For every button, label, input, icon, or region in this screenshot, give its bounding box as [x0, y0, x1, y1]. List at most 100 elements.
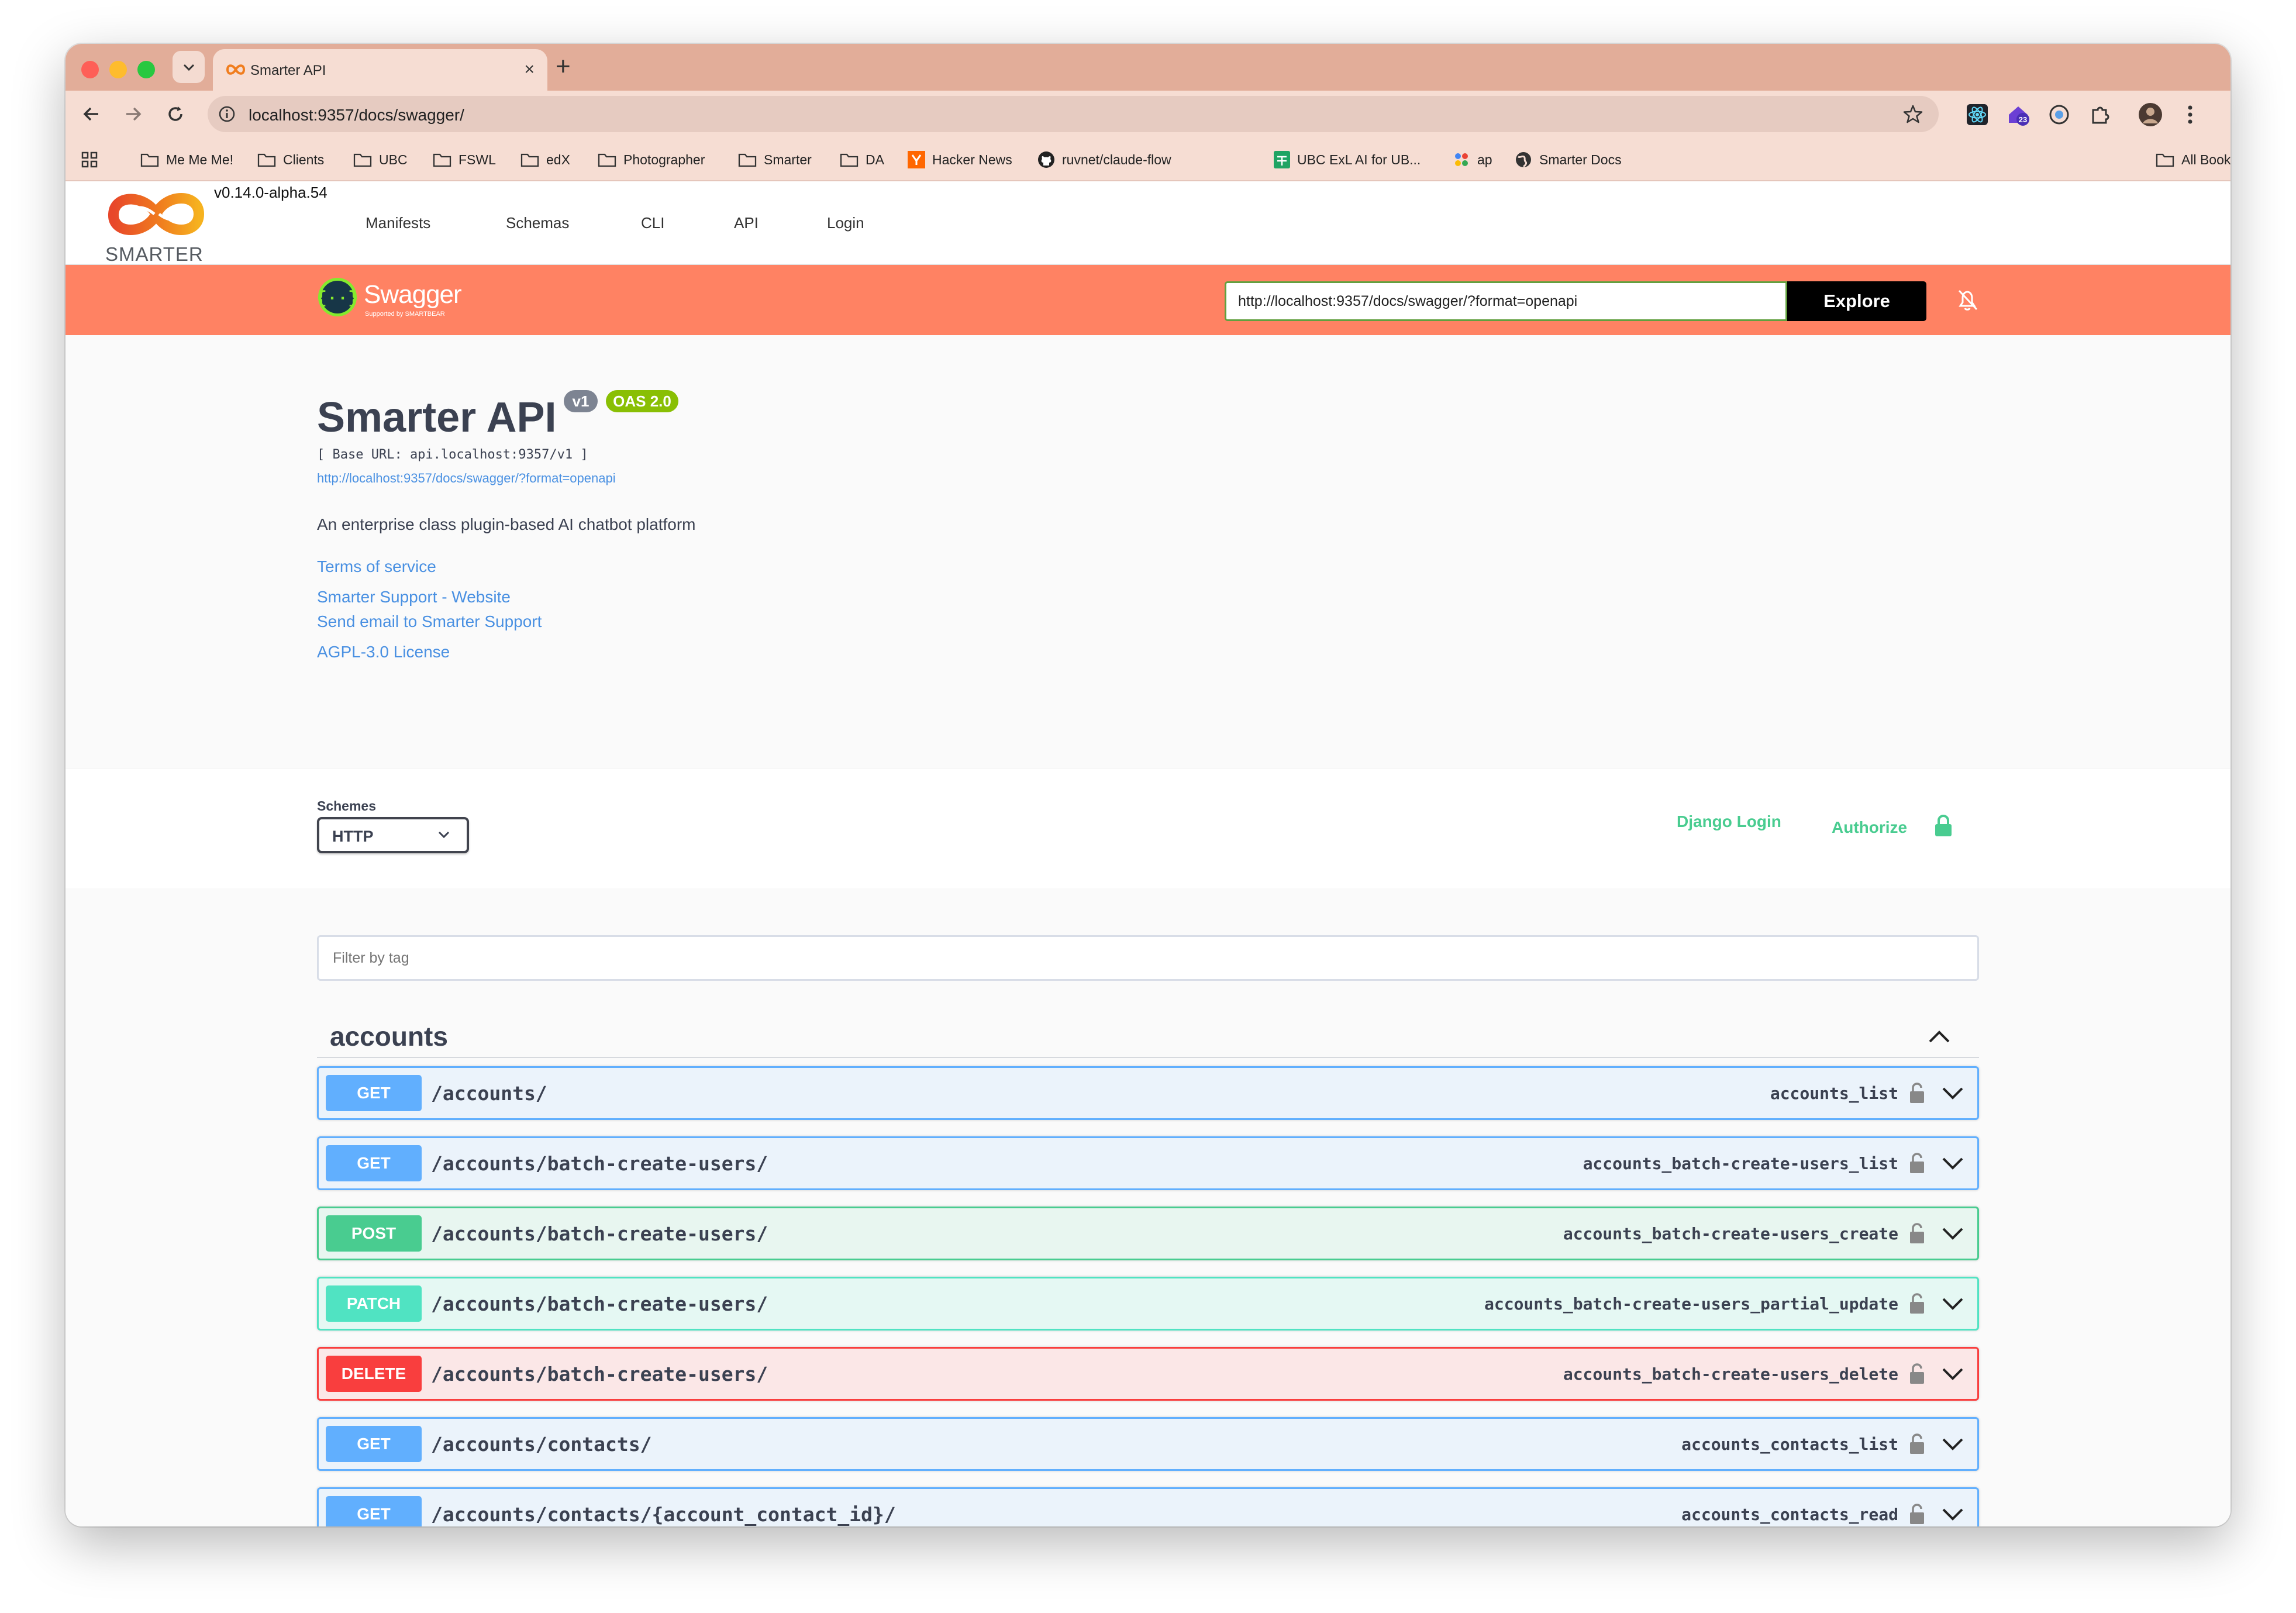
- lock-icon[interactable]: [1908, 1432, 1926, 1456]
- operations-section: accounts GET /accounts/ accounts_list GE…: [65, 888, 2231, 1526]
- bookmark-claude-flow[interactable]: ruvnet/claude-flow: [1037, 150, 1171, 169]
- profile-avatar[interactable]: [2138, 102, 2163, 127]
- operation-row[interactable]: GET /accounts/batch-create-users/ accoun…: [317, 1136, 1979, 1190]
- browser-toolbar: localhost:9357/docs/swagger/ 23: [65, 91, 2231, 137]
- bookmark-label: Smarter: [764, 151, 812, 167]
- operation-path[interactable]: /accounts/batch-create-users/: [431, 1152, 768, 1175]
- lock-icon[interactable]: [1908, 1222, 1926, 1245]
- chevron-up-icon[interactable]: [1928, 1029, 1951, 1044]
- folder-icon: [598, 153, 616, 167]
- lock-icon[interactable]: [1908, 1502, 1926, 1526]
- support-email-link[interactable]: Send email to Smarter Support: [317, 612, 542, 631]
- forward-arrow-icon: [126, 107, 142, 121]
- license-link[interactable]: AGPL-3.0 License: [317, 643, 450, 661]
- operation-path[interactable]: /accounts/: [431, 1082, 547, 1105]
- tab-search-button[interactable]: [173, 51, 205, 83]
- bookmark-clients[interactable]: Clients: [257, 150, 324, 169]
- maximize-window-button[interactable]: [137, 61, 155, 78]
- chevron-down-icon[interactable]: [1941, 1226, 1964, 1241]
- chevron-down-icon: [183, 64, 194, 71]
- bookmark-smarter-docs[interactable]: Smarter Docs: [1515, 150, 1622, 169]
- support-website-link[interactable]: Smarter Support - Website: [317, 588, 511, 606]
- bell-off-icon[interactable]: [1954, 287, 1980, 313]
- nav-cli[interactable]: CLI: [641, 214, 664, 232]
- address-bar[interactable]: localhost:9357/docs/swagger/: [208, 96, 1939, 132]
- swagger-logo-icon[interactable]: {··}: [317, 277, 358, 318]
- close-tab-icon[interactable]: ×: [524, 61, 535, 78]
- schemes-label: Schemes: [317, 798, 377, 814]
- operation-row[interactable]: GET /accounts/contacts/ accounts_contact…: [317, 1417, 1979, 1471]
- minimize-window-button[interactable]: [109, 61, 127, 78]
- browser-menu-button[interactable]: [2178, 102, 2202, 127]
- spec-url-input[interactable]: [1225, 281, 1787, 321]
- operation-row[interactable]: PATCH /accounts/batch-create-users/ acco…: [317, 1277, 1979, 1331]
- new-tab-button[interactable]: +: [556, 52, 571, 81]
- bookmark-ubc-exl[interactable]: UBC ExL AI for UB...: [1274, 150, 1421, 169]
- nav-manifests[interactable]: Manifests: [366, 214, 430, 232]
- scheme-select[interactable]: HTTP: [317, 817, 469, 853]
- extension-button[interactable]: [2047, 102, 2071, 127]
- bookmark-label: ruvnet/claude-flow: [1062, 151, 1171, 167]
- chevron-down-icon[interactable]: [1941, 1085, 1964, 1101]
- all-bookmarks-button[interactable]: All Bookmarks: [2156, 150, 2231, 169]
- chevron-down-icon[interactable]: [1941, 1366, 1964, 1381]
- extensions-menu-button[interactable]: [2088, 102, 2112, 127]
- operation-path[interactable]: /accounts/batch-create-users/: [431, 1222, 768, 1245]
- all-bookmarks-label: All Bookmarks: [2181, 151, 2231, 167]
- method-badge: DELETE: [326, 1356, 422, 1392]
- bookmark-fswl[interactable]: FSWL: [433, 150, 496, 169]
- nav-api[interactable]: API: [734, 214, 759, 232]
- lock-icon[interactable]: [1908, 1362, 1926, 1385]
- django-login-button[interactable]: Django Login: [1677, 812, 1781, 831]
- react-devtools-extension[interactable]: [1965, 102, 1990, 127]
- operation-path[interactable]: /accounts/contacts/: [431, 1433, 652, 1456]
- bookmark-smarter[interactable]: Smarter: [738, 150, 812, 169]
- bookmark-ubc[interactable]: UBC: [353, 150, 408, 169]
- chevron-down-icon[interactable]: [1941, 1296, 1964, 1311]
- bookmark-label: Photographer: [623, 151, 705, 167]
- operation-row[interactable]: POST /accounts/batch-create-users/ accou…: [317, 1207, 1979, 1260]
- lock-icon[interactable]: [1933, 814, 1953, 837]
- filter-by-tag-input[interactable]: [317, 935, 1979, 981]
- explore-button[interactable]: Explore: [1787, 281, 1926, 321]
- operation-row[interactable]: DELETE /accounts/batch-create-users/ acc…: [317, 1347, 1979, 1401]
- smarter-logo-icon[interactable]: [106, 187, 206, 241]
- bookmark-ap[interactable]: ap: [1453, 150, 1492, 169]
- lock-icon[interactable]: [1908, 1081, 1926, 1105]
- apps-button[interactable]: [81, 150, 98, 169]
- bookmark-star-icon[interactable]: [1902, 104, 1923, 125]
- bookmark-da[interactable]: DA: [840, 150, 884, 169]
- forward-button[interactable]: [123, 104, 144, 125]
- operation-row[interactable]: GET /accounts/contacts/{account_contact_…: [317, 1487, 1979, 1526]
- svg-text:23: 23: [2019, 115, 2027, 124]
- chevron-down-icon[interactable]: [1941, 1436, 1964, 1452]
- active-tab[interactable]: Smarter API ×: [213, 49, 547, 91]
- bookmark-edx[interactable]: edX: [520, 150, 570, 169]
- google-sheets-icon: [1274, 151, 1290, 168]
- bookmark-photographer[interactable]: Photographer: [598, 150, 705, 169]
- chevron-down-icon[interactable]: [1941, 1156, 1964, 1171]
- lock-icon[interactable]: [1908, 1292, 1926, 1315]
- tag-header-accounts[interactable]: accounts: [317, 1011, 1979, 1058]
- bookmark-label: ap: [1477, 151, 1492, 167]
- back-button[interactable]: [81, 104, 102, 125]
- close-window-button[interactable]: [81, 61, 99, 78]
- nav-login[interactable]: Login: [827, 214, 864, 232]
- lock-icon[interactable]: [1908, 1152, 1926, 1175]
- swagger-brand: Swagger: [364, 280, 462, 309]
- bookmark-hacker-news[interactable]: Hacker News: [908, 150, 1012, 169]
- operation-path[interactable]: /accounts/batch-create-users/: [431, 1293, 768, 1315]
- operation-row[interactable]: GET /accounts/ accounts_list: [317, 1066, 1979, 1120]
- extension-with-badge[interactable]: 23: [2006, 102, 2030, 127]
- bookmark-me-me-me[interactable]: Me Me Me!: [140, 150, 233, 169]
- authorize-button[interactable]: Authorize: [1832, 818, 1907, 837]
- chevron-down-icon[interactable]: [1941, 1507, 1964, 1522]
- operation-path[interactable]: /accounts/contacts/{account_contact_id}/: [431, 1503, 896, 1526]
- operation-path[interactable]: /accounts/batch-create-users/: [431, 1363, 768, 1385]
- reload-button[interactable]: [165, 104, 186, 125]
- nav-schemas[interactable]: Schemas: [506, 214, 569, 232]
- chevron-down-icon: [438, 831, 450, 839]
- method-badge: GET: [326, 1426, 422, 1462]
- terms-of-service-link[interactable]: Terms of service: [317, 557, 436, 576]
- spec-link[interactable]: http://localhost:9357/docs/swagger/?form…: [317, 471, 616, 486]
